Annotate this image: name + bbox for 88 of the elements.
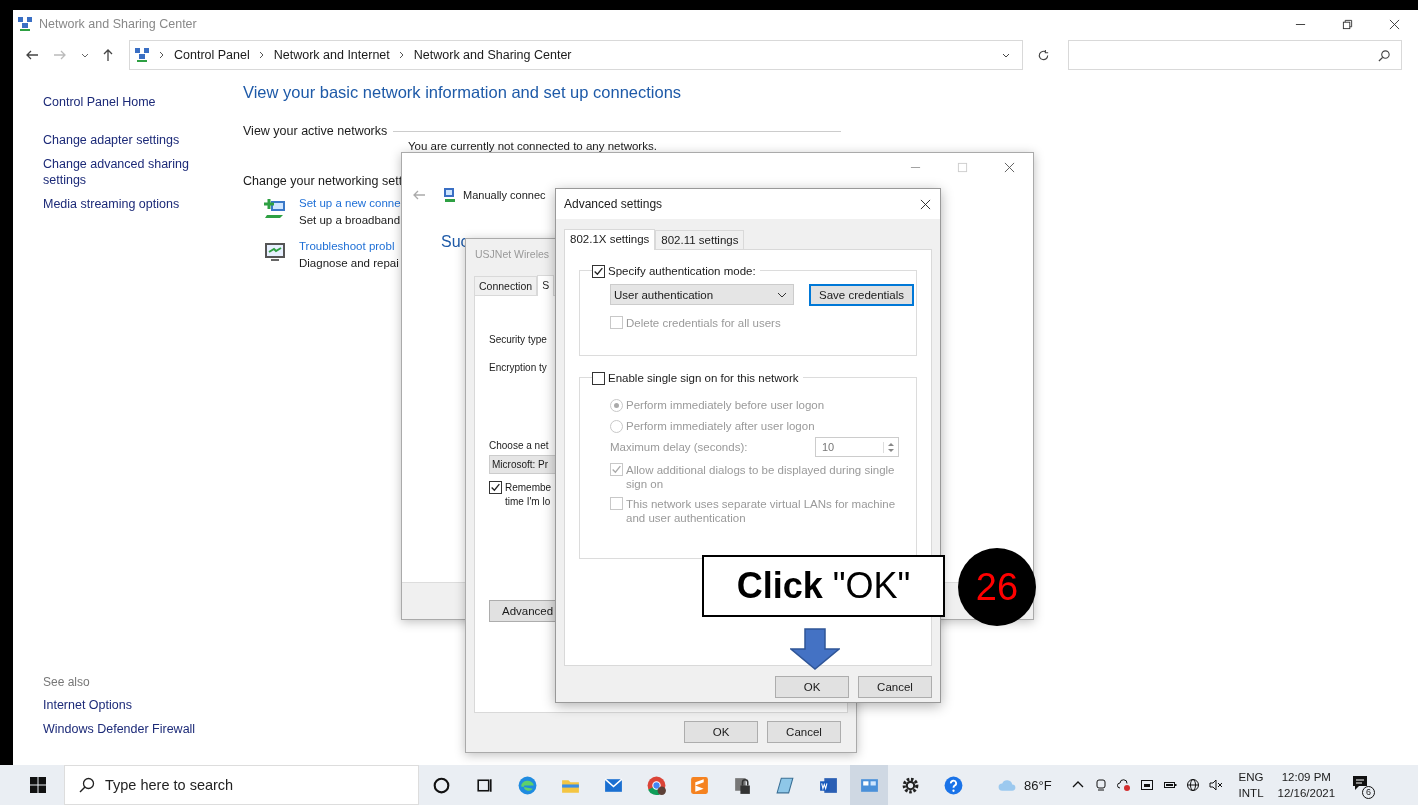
auth-mode-dropdown[interactable]: User authentication	[610, 284, 794, 305]
checkbox-label: Remembe time I'm lo	[505, 481, 552, 509]
checkbox[interactable]	[489, 481, 502, 494]
language-indicator[interactable]: INTL	[1238, 785, 1264, 801]
ok-button[interactable]: OK	[775, 676, 849, 698]
address-bar[interactable]: Control Panel Network and Internet Network and Sharing Center	[129, 40, 1023, 70]
weather-temperature[interactable]: 86°F	[1024, 777, 1052, 793]
sidebar-link[interactable]: Windows Defender Firewall	[43, 721, 196, 737]
breadcrumb-item[interactable]: Control Panel	[174, 48, 250, 62]
tab[interactable]: S	[537, 275, 555, 296]
breadcrumb-item[interactable]: Network and Internet	[273, 48, 390, 62]
task-link[interactable]: Set up a new conne	[299, 197, 401, 209]
chevron-down-icon[interactable]	[81, 51, 89, 59]
dialog-title: USJNet Wireles	[475, 248, 551, 260]
task-description: Set up a broadband	[299, 214, 401, 226]
checkbox-label: This network uses separate virtual LANs for machine and user authentication	[626, 497, 896, 525]
network-icon	[17, 16, 33, 32]
chevron-down-icon	[777, 291, 787, 298]
checkbox-label: Enable single sign on for this network	[608, 371, 799, 385]
section-label: View your active networks	[243, 124, 388, 138]
clock-date[interactable]: 12/16/2021	[1277, 785, 1336, 801]
checkbox[interactable]	[592, 371, 605, 385]
checkbox-label: Specify authentication mode:	[608, 264, 756, 278]
checkbox-label: Allow additional dialogs to be displayed during single sign on	[626, 463, 896, 491]
checkbox[interactable]	[592, 264, 605, 278]
globe-icon[interactable]	[1185, 778, 1200, 792]
down-arrow-icon	[790, 628, 840, 670]
sidebar-link[interactable]: Media streaming options	[43, 196, 193, 212]
network-icon	[442, 187, 458, 203]
ok-button[interactable]: OK	[684, 721, 758, 743]
search-field[interactable]	[1068, 40, 1402, 70]
sidebar-link[interactable]: Control Panel Home	[43, 94, 193, 110]
refresh-icon[interactable]	[1037, 48, 1050, 62]
dialog-title: Advanced settings	[564, 197, 663, 211]
back-arrow-icon[interactable]	[25, 48, 39, 62]
tab[interactable]: Connection	[474, 276, 538, 295]
sidebar-link[interactable]: Internet Options	[43, 697, 132, 713]
radio-label: Perform immediately before user logon	[626, 398, 825, 412]
save-credentials-button[interactable]: Save credentials	[809, 284, 915, 306]
close-icon[interactable]	[920, 198, 931, 210]
section-label: Change your networking sett	[243, 174, 403, 188]
field-label: Security type	[489, 334, 547, 345]
restore-icon[interactable]	[1342, 18, 1353, 30]
close-icon[interactable]	[1004, 162, 1015, 173]
sidebar-link[interactable]: Change adapter settings	[43, 132, 193, 148]
chevron-down-icon[interactable]	[1002, 51, 1010, 59]
field-label: Encryption ty	[489, 362, 547, 373]
monitor-icon	[263, 240, 287, 264]
tab[interactable]: 802.1X settings	[564, 229, 656, 250]
field-label: Choose a net	[489, 440, 549, 451]
instruction-callout: Click "OK"	[702, 555, 945, 617]
up-arrow-icon[interactable]	[101, 48, 115, 62]
network-icon	[134, 47, 150, 63]
dialog-title: Manually connec	[463, 189, 546, 201]
cloud-error-icon[interactable]	[1116, 778, 1131, 792]
cancel-button[interactable]: Cancel	[767, 721, 841, 743]
notification-count: 6	[1362, 786, 1376, 799]
status-text: You are currently not connected to any networks.	[408, 140, 657, 152]
clock-time[interactable]: 12:09 PM	[1281, 769, 1331, 785]
speaker-muted-icon[interactable]	[1208, 778, 1223, 792]
radio-label: Perform immediately after user logon	[626, 419, 815, 433]
see-also-heading: See also	[43, 675, 90, 689]
taskbar-search-field[interactable]: Type here to search	[64, 765, 419, 805]
task-link[interactable]: Troubleshoot probl	[299, 240, 399, 252]
search-icon	[79, 777, 95, 793]
chevron-right-icon	[159, 51, 165, 59]
sidebar-link[interactable]: Change advanced sharing settings	[43, 156, 193, 188]
chevron-right-icon	[258, 51, 265, 59]
task-description: Diagnose and repai	[299, 257, 399, 269]
close-icon[interactable]	[1389, 18, 1400, 30]
page-heading: View your basic network information and set up connections	[243, 83, 682, 102]
field-label: Maximum delay (seconds):	[610, 440, 748, 454]
cancel-button[interactable]: Cancel	[858, 676, 932, 698]
search-placeholder: Type here to search	[105, 777, 234, 793]
checkbox-label: Delete credentials for all users	[626, 316, 781, 330]
help-icon[interactable]	[943, 774, 964, 796]
breadcrumb-item[interactable]: Network and Sharing Center	[413, 48, 572, 62]
network-plus-icon	[263, 197, 287, 221]
language-indicator[interactable]: ENG	[1238, 769, 1264, 785]
browser-icon[interactable]	[646, 774, 667, 796]
windows-logo-icon[interactable]	[30, 777, 46, 793]
active-app-tile[interactable]	[850, 765, 888, 805]
tab[interactable]: 802.11 settings	[655, 230, 745, 249]
search-icon	[1378, 48, 1391, 62]
chevron-right-icon	[398, 51, 405, 59]
editor-icon[interactable]	[689, 774, 710, 796]
window-title: Network and Sharing Center	[39, 17, 197, 31]
device-icon[interactable]	[1139, 778, 1154, 792]
